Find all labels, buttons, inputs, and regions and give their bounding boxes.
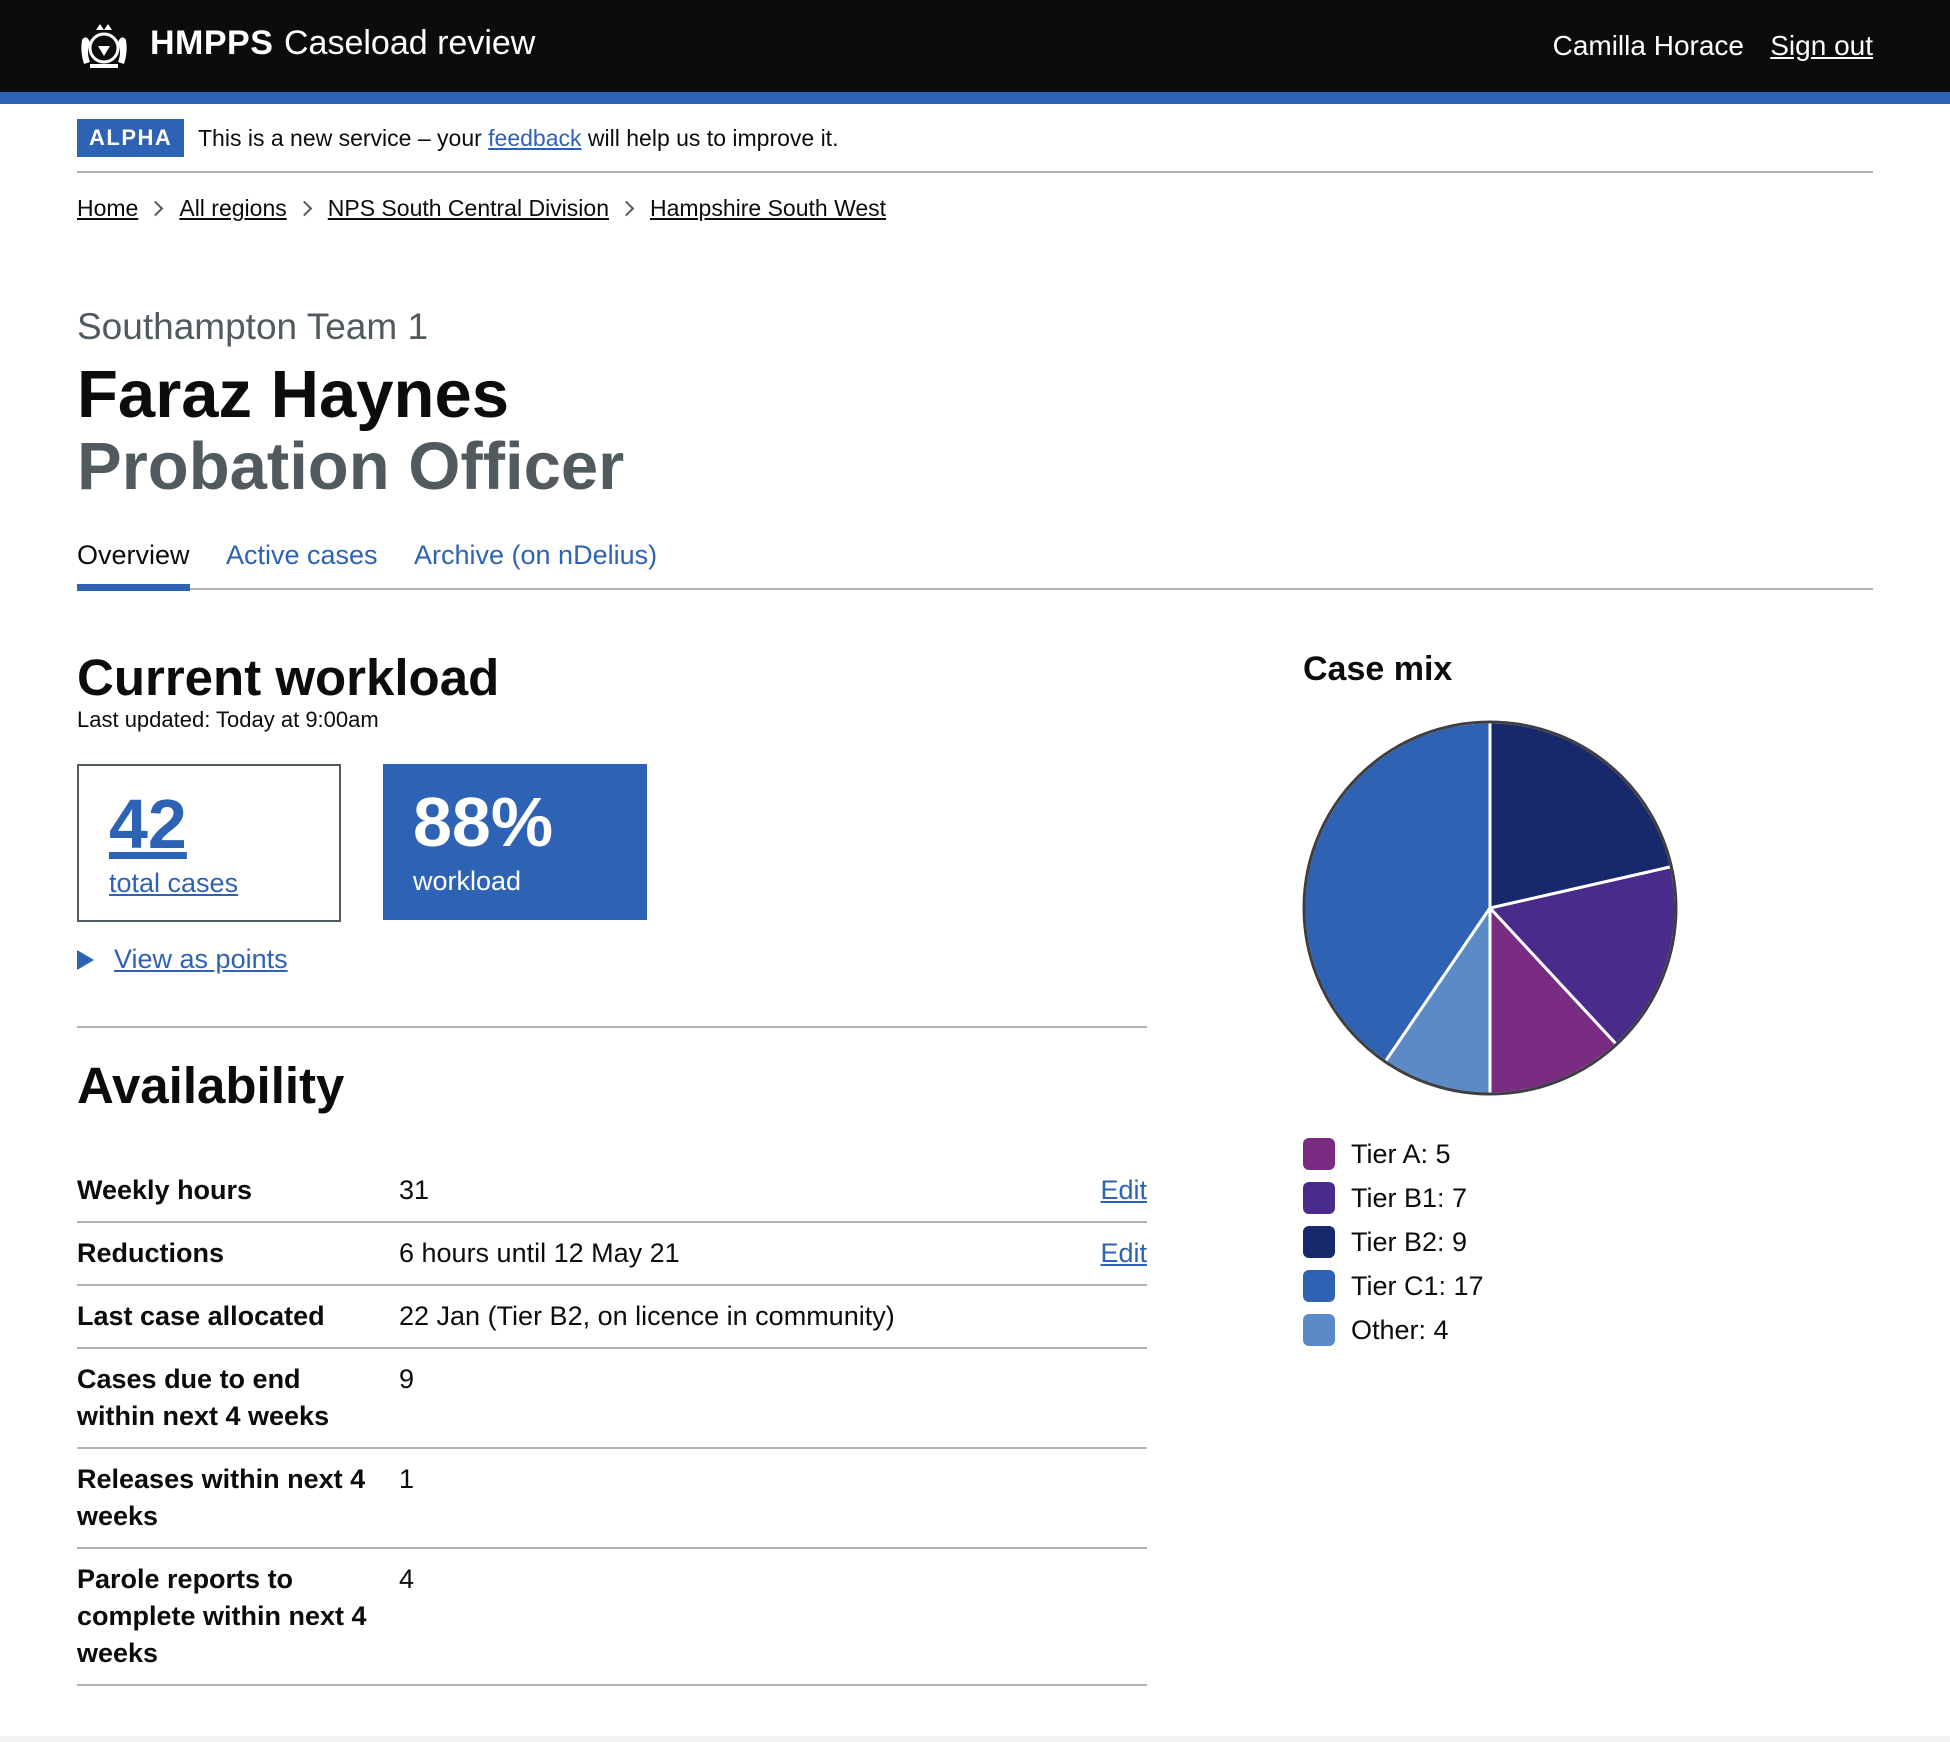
legend-swatch — [1303, 1138, 1335, 1170]
legend-label: Tier B2: 9 — [1351, 1226, 1468, 1257]
summary-row-last-case: Last case allocated 22 Jan (Tier B2, on l… — [77, 1286, 1147, 1349]
legend-label: Other: 4 — [1351, 1314, 1449, 1345]
summary-key: Cases due to end within next 4 weeks — [77, 1364, 330, 1431]
case-mix-heading: Case mix — [1303, 650, 1453, 688]
view-as-points-toggle[interactable]: View as points — [77, 944, 288, 975]
summary-key: Last case allocated — [77, 1301, 325, 1331]
user-name: Camilla Horace — [1552, 30, 1744, 61]
breadcrumb-home[interactable]: Home — [77, 195, 138, 222]
legend-label: Tier C1: 17 — [1351, 1270, 1484, 1301]
summary-row-cases-due: Cases due to end within next 4 weeks 9 — [77, 1349, 1147, 1449]
legend-swatch — [1303, 1314, 1335, 1346]
legend-swatch — [1303, 1270, 1335, 1302]
feedback-link[interactable]: feedback — [488, 125, 581, 151]
phase-banner-text: This is a new service – your feedback wi… — [198, 125, 838, 152]
officer-name: Faraz Haynes — [77, 357, 509, 432]
breadcrumb: Home All regions NPS South Central Divis… — [77, 195, 886, 222]
breadcrumb-division[interactable]: NPS South Central Division — [328, 195, 609, 222]
edit-reductions-link[interactable]: Edit — [1100, 1235, 1147, 1272]
legend-label: Tier A: 5 — [1351, 1138, 1451, 1169]
summary-value: 1 — [399, 1464, 415, 1494]
summary-key: Parole reports to complete within next 4… — [77, 1564, 367, 1668]
legend-swatch — [1303, 1226, 1335, 1258]
sub-navigation: Overview Active cases Archive (on nDeliu… — [77, 530, 1873, 591]
chevron-right-icon — [148, 200, 164, 217]
chevron-right-icon — [618, 200, 635, 217]
availability-summary-list: Weekly hours 31 Edit Reductions 6 hours un… — [77, 1160, 1147, 1686]
workload-value: 88% — [413, 783, 554, 861]
summary-row-releases: Releases within next 4 weeks 1 — [77, 1449, 1147, 1549]
legend-item-tier-b2: Tier B2: 9 — [1303, 1220, 1484, 1264]
legend-item-other: Other: 4 — [1303, 1308, 1484, 1352]
case-mix-legend: Tier A: 5 Tier B1: 7 Tier B2: 9 Tier C1: 17… — [1303, 1132, 1484, 1352]
legend-item-tier-b1: Tier B1: 7 — [1303, 1176, 1484, 1220]
legend-swatch — [1303, 1182, 1335, 1214]
breadcrumb-all-regions[interactable]: All regions — [179, 195, 286, 222]
summary-key: Releases within next 4 weeks — [77, 1464, 366, 1531]
summary-value: 6 hours until 12 May 21 — [399, 1238, 680, 1268]
team-caption: Southampton Team 1 — [77, 306, 429, 347]
summary-key: Weekly hours — [77, 1175, 253, 1205]
legend-label: Tier B1: 7 — [1351, 1182, 1468, 1213]
phase-text-before: This is a new service – your — [198, 125, 489, 151]
site-header: HMPPS Caseload review Camilla Horace Sig… — [0, 0, 1950, 92]
summary-value: 9 — [399, 1364, 415, 1394]
triangle-right-icon — [77, 949, 94, 970]
legend-item-tier-c1: Tier C1: 17 — [1303, 1264, 1484, 1308]
total-cases-label[interactable]: total cases — [109, 868, 238, 899]
summary-value: 4 — [399, 1564, 415, 1594]
workload-label: workload — [413, 866, 522, 896]
workload-card: 88% workload — [383, 764, 647, 920]
officer-role: Probation Officer — [77, 429, 625, 504]
summary-key: Reductions — [77, 1238, 225, 1268]
section-divider — [77, 1026, 1147, 1028]
page-bottom-edge — [0, 1736, 1950, 1742]
phase-text-after: will help us to improve it. — [581, 125, 839, 151]
workload-heading: Current workload — [77, 649, 500, 706]
header-accent-bar — [0, 92, 1950, 104]
edit-weekly-hours-link[interactable]: Edit — [1100, 1172, 1147, 1209]
availability-heading: Availability — [77, 1057, 345, 1114]
chevron-right-icon — [296, 200, 313, 217]
summary-row-weekly-hours: Weekly hours 31 Edit — [77, 1160, 1147, 1223]
summary-value: 31 — [399, 1175, 430, 1205]
brand-name[interactable]: HMPPS — [150, 24, 273, 63]
total-cases-value[interactable]: 42 — [109, 784, 187, 864]
breadcrumb-area[interactable]: Hampshire South West — [650, 195, 886, 222]
phase-tag: ALPHA — [77, 119, 185, 157]
tab-archive[interactable]: Archive (on nDelius) — [414, 540, 657, 571]
tab-overview[interactable]: Overview — [77, 540, 190, 591]
sign-out-link[interactable]: Sign out — [1770, 30, 1873, 62]
summary-row-reductions: Reductions 6 hours until 12 May 21 Edit — [77, 1223, 1147, 1286]
view-as-points-label[interactable]: View as points — [114, 944, 288, 975]
phase-banner: ALPHA This is a new service – your feedb… — [77, 119, 1873, 173]
tab-active-cases[interactable]: Active cases — [226, 540, 378, 571]
last-updated: Last updated: Today at 9:00am — [77, 707, 379, 732]
summary-row-parole-reports: Parole reports to complete within next 4… — [77, 1549, 1147, 1686]
case-mix-pie-chart — [1302, 720, 1678, 1096]
legend-item-tier-a: Tier A: 5 — [1303, 1132, 1484, 1176]
service-name[interactable]: Caseload review — [284, 24, 535, 63]
total-cases-card[interactable]: 42 total cases — [77, 764, 341, 922]
summary-value: 22 Jan (Tier B2, on licence in community… — [399, 1301, 895, 1331]
crest-icon — [81, 24, 127, 68]
